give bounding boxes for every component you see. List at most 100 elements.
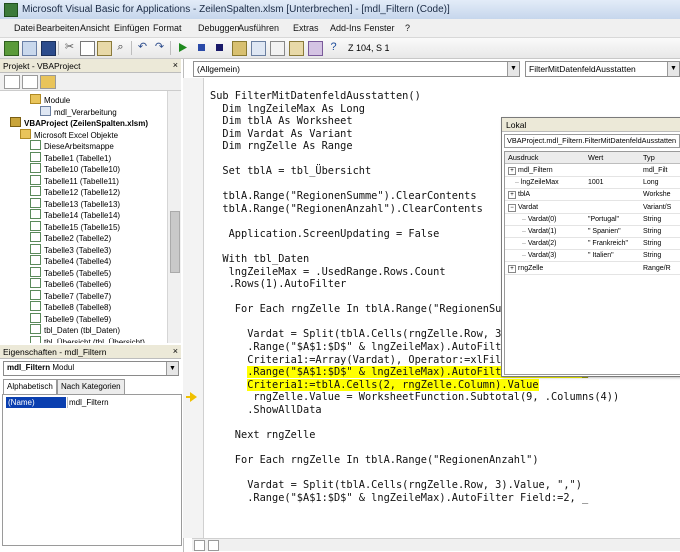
code-line[interactable]: Dim lngZeileMax As Long xyxy=(210,103,365,115)
paste-icon[interactable] xyxy=(97,41,112,56)
code-line[interactable]: rngZelle.Value = WorksheetFunction.Subto… xyxy=(210,391,619,403)
tree-item[interactable]: Tabelle9 (Tabelle9) xyxy=(30,312,111,324)
tree-item[interactable]: VBAProject (ZeilenSpalten.xlsm) xyxy=(10,117,148,128)
tree-item[interactable]: Microsoft Excel Objekte xyxy=(20,128,118,140)
locals-row[interactable]: – Vardat(3) " Italien" String xyxy=(505,250,680,261)
code-line[interactable]: For Each rngZelle In tblA.Range("Regione… xyxy=(210,454,539,466)
object-combo[interactable]: (Allgemein) ▼ xyxy=(193,61,520,77)
menu-ausführen[interactable]: Ausführen xyxy=(238,23,279,33)
locals-value[interactable]: " Spanien" xyxy=(588,226,621,237)
tree-item[interactable]: Tabelle1 (Tabelle1) xyxy=(30,151,111,163)
locals-row[interactable]: – Vardat(0) "Portugal" String xyxy=(505,214,680,225)
pause-icon[interactable] xyxy=(195,41,208,54)
menu-?[interactable]: ? xyxy=(405,23,410,33)
project-explorer-icon[interactable] xyxy=(251,41,266,56)
close-icon[interactable]: × xyxy=(173,60,178,70)
code-horizontal-scrollbar[interactable] xyxy=(192,538,680,551)
view-code-button[interactable] xyxy=(4,75,20,89)
copy-icon[interactable] xyxy=(80,41,95,56)
locals-row[interactable]: − Vardat Variant/S xyxy=(505,202,680,213)
tree-item[interactable]: Tabelle6 (Tabelle6) xyxy=(30,278,111,289)
properties-window-icon[interactable] xyxy=(270,41,285,56)
run-icon[interactable] xyxy=(176,41,189,54)
collapse-icon[interactable]: − xyxy=(508,203,516,212)
locals-value[interactable]: " Frankreich" xyxy=(588,238,628,249)
toggle-folders-button[interactable] xyxy=(40,75,56,89)
tree-item[interactable]: Tabelle3 (Tabelle3) xyxy=(30,243,111,255)
undo-icon[interactable]: ↶ xyxy=(136,41,149,54)
code-margin[interactable] xyxy=(183,78,204,538)
column-header-typ[interactable]: Typ xyxy=(640,152,680,164)
project-tree-scrollbar[interactable] xyxy=(167,91,181,343)
code-line[interactable]: tblA.Range("RegionenAnzahl").ClearConten… xyxy=(210,203,482,215)
code-line[interactable]: tblA.Range("RegionenSumme").ClearContent… xyxy=(210,190,476,202)
toolbox-icon[interactable] xyxy=(308,41,323,56)
menu-einfügen[interactable]: Einfügen xyxy=(114,23,150,33)
code-line[interactable]: Dim rngZelle As Range xyxy=(210,140,352,152)
object-browser-icon[interactable] xyxy=(289,41,304,56)
tree-item[interactable]: Module xyxy=(30,94,70,105)
menu-extras[interactable]: Extras xyxy=(293,23,319,33)
expand-icon[interactable]: + xyxy=(508,191,516,200)
property-row[interactable]: (Name) mdl_Filtern xyxy=(3,397,181,408)
view-object-button[interactable] xyxy=(22,75,38,89)
tab-alphabetisch[interactable]: Alphabetisch xyxy=(3,379,57,395)
locals-row[interactable]: – Vardat(2) " Frankreich" String xyxy=(505,238,680,249)
menu-format[interactable]: Format xyxy=(153,23,182,33)
tree-item[interactable]: mdl_Verarbeitung xyxy=(40,105,117,117)
code-line[interactable]: With tbl_Daten xyxy=(210,253,309,265)
code-line[interactable]: Application.ScreenUpdating = False xyxy=(210,228,440,240)
code-line[interactable]: Vardat = Split(tblA.Cells(rngZelle.Row, … xyxy=(210,479,582,491)
code-line[interactable]: Dim Vardat As Variant xyxy=(210,128,352,140)
menu-datei[interactable]: Datei xyxy=(14,23,35,33)
tree-item[interactable]: Tabelle4 (Tabelle4) xyxy=(30,255,111,266)
menu-fenster[interactable]: Fenster xyxy=(364,23,395,33)
tree-item[interactable]: Tabelle7 (Tabelle7) xyxy=(30,289,111,301)
tree-item[interactable]: Tabelle5 (Tabelle5) xyxy=(30,266,111,278)
project-tree[interactable]: Module mdl_Verarbeitung VBAProject (Zeilen… xyxy=(0,91,168,343)
code-line[interactable]: Dim tblA As Worksheet xyxy=(210,115,352,127)
tree-item[interactable]: Tabelle8 (Tabelle8) xyxy=(30,301,111,312)
tree-item[interactable]: Tabelle10 (Tabelle10) xyxy=(30,163,120,174)
reset-icon[interactable] xyxy=(213,41,226,54)
close-icon[interactable]: × xyxy=(173,346,178,356)
tab-nach-kategorien[interactable]: Nach Kategorien xyxy=(57,379,125,395)
tree-item[interactable]: tbl_Daten (tbl_Daten) xyxy=(30,324,120,335)
tree-item[interactable]: Tabelle14 (Tabelle14) xyxy=(30,209,120,220)
locals-value[interactable]: "Portugal" xyxy=(588,214,619,225)
code-line-current[interactable]: Criteria1:=tblA.Cells(2, rngZelle.Column… xyxy=(210,378,539,391)
locals-row[interactable]: – Vardat(1) " Spanien" String xyxy=(505,226,680,237)
chevron-down-icon[interactable]: ▼ xyxy=(667,62,679,76)
procedure-combo[interactable]: FilterMitDatenfeldAusstatten ▼ xyxy=(525,61,680,77)
procedure-view-button[interactable] xyxy=(194,540,205,551)
menu-debuggen[interactable]: Debuggen xyxy=(198,23,240,33)
scrollbar-thumb[interactable] xyxy=(170,211,180,273)
help-icon[interactable]: ? xyxy=(327,41,340,54)
tree-item[interactable]: Tabelle12 (Tabelle12) xyxy=(30,186,120,197)
menu-ansicht[interactable]: Ansicht xyxy=(80,23,110,33)
expand-icon[interactable]: + xyxy=(508,167,516,175)
code-line[interactable]: .Rows(1).AutoFilter xyxy=(210,278,347,290)
tree-item[interactable]: DieseArbeitsmappe xyxy=(30,140,114,151)
chevron-down-icon[interactable]: ▼ xyxy=(507,62,519,76)
tree-item[interactable]: Tabelle15 (Tabelle15) xyxy=(30,220,120,232)
object-select[interactable]: mdl_Filtern Modul ▼ xyxy=(3,361,179,376)
locals-row[interactable]: + rngZelle Range/R xyxy=(505,263,680,274)
menu-bearbeiten[interactable]: Bearbeiten xyxy=(36,23,80,33)
locals-row[interactable]: + mdl_Filtern mdl_Filt xyxy=(505,165,680,176)
design-mode-icon[interactable] xyxy=(232,41,247,56)
code-line[interactable]: Set tblA = tbl_Übersicht xyxy=(210,165,371,177)
view-excel-icon[interactable] xyxy=(4,41,19,56)
insert-userform-icon[interactable] xyxy=(22,41,37,56)
tree-item[interactable]: Tabelle11 (Tabelle11) xyxy=(30,174,119,186)
property-value[interactable]: mdl_Filtern xyxy=(69,397,109,408)
locals-row[interactable]: – lngZeileMax 1001 Long xyxy=(505,177,680,188)
tree-item[interactable]: tbl_Übersicht (tbl_Übersicht) xyxy=(30,335,145,343)
chevron-down-icon[interactable]: ▼ xyxy=(166,362,178,375)
menu-add-ins[interactable]: Add-Ins xyxy=(330,23,361,33)
locals-row[interactable]: + tblA Workshe xyxy=(505,189,680,200)
code-line[interactable]: lngZeileMax = .UsedRange.Rows.Count xyxy=(210,266,446,278)
expand-icon[interactable]: + xyxy=(508,264,516,273)
locals-value[interactable]: " Italien" xyxy=(588,250,614,261)
tree-item[interactable]: Tabelle13 (Tabelle13) xyxy=(30,197,120,209)
